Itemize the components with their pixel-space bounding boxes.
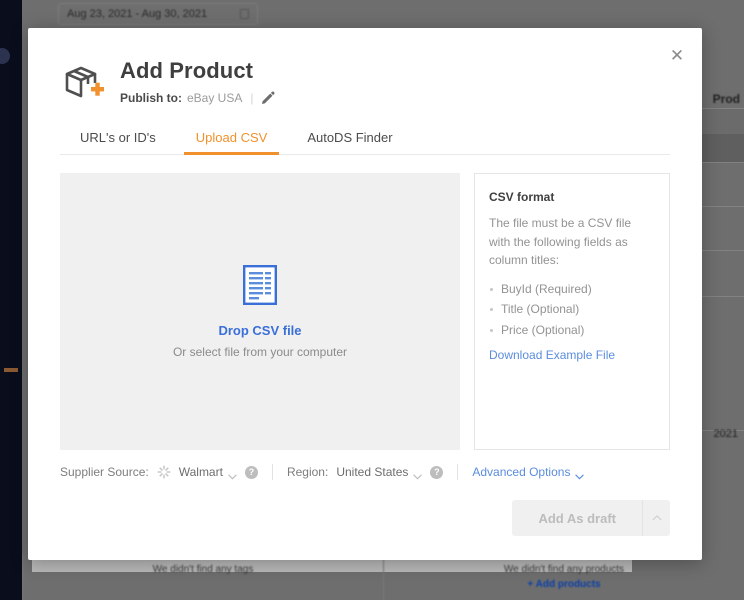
calendar-icon — [240, 9, 249, 19]
modal-header: Add Product Publish to: eBay USA | — [28, 28, 702, 106]
dropzone-title: Drop CSV file — [218, 322, 302, 338]
page-title: Add Product — [120, 58, 254, 83]
add-product-box-icon — [60, 60, 106, 106]
tab-autods-finder[interactable]: AutoDS Finder — [287, 124, 412, 154]
csv-format-panel: CSV format The file must be a CSV file w… — [474, 173, 670, 450]
list-item: BuyId (Required) — [489, 279, 655, 299]
footer-divider-1 — [271, 464, 273, 480]
supplier-source-help-icon[interactable]: ? — [244, 465, 258, 479]
csv-dropzone[interactable]: Drop CSV file Or select file from your c… — [60, 173, 460, 450]
add-product-modal: ✕ Add Product Publish to: eBay USA | URL… — [28, 28, 702, 560]
supplier-source-dropdown[interactable]: Walmart — [178, 465, 237, 480]
background-footer-cells: We didn't find any tags We didn't find a… — [22, 554, 744, 600]
modal-body: Drop CSV file Or select file from your c… — [28, 155, 702, 450]
background-date-range-picker[interactable]: Aug 23, 2021 - Aug 30, 2021 — [58, 3, 258, 25]
download-example-file-link[interactable]: Download Example File — [489, 348, 615, 362]
modal-action-bar: Add As draft — [28, 480, 702, 560]
background-date-range-text: Aug 23, 2021 - Aug 30, 2021 — [67, 8, 208, 20]
background-right-panel-title: Prod — [712, 92, 740, 106]
supplier-source-label: Supplier Source: — [60, 465, 149, 479]
dropzone-subtitle[interactable]: Or select file from your computer — [173, 345, 347, 359]
modal-tabs: URL's or ID's Upload CSV AutoDS Finder — [60, 124, 670, 155]
background-footer-cell-products: We didn't find any products + Add produc… — [383, 554, 744, 600]
publish-separator: | — [250, 91, 254, 106]
sidebar-collapse-icon[interactable] — [0, 48, 10, 64]
supplier-source-value: Walmart — [178, 465, 223, 479]
publish-to-value: eBay USA — [187, 91, 243, 106]
publish-to-label: Publish to: — [120, 91, 182, 106]
modal-footer-options: Supplier Source: Walmart ? Region: Unite… — [28, 450, 702, 480]
add-as-draft-menu-toggle[interactable] — [642, 500, 670, 536]
list-item: Title (Optional) — [489, 299, 655, 319]
background-empty-products-text: We didn't find any products — [503, 564, 625, 575]
close-icon[interactable]: ✕ — [664, 42, 690, 68]
list-item: Price (Optional) — [489, 320, 655, 340]
csv-format-heading: CSV format — [489, 190, 555, 204]
csv-format-field-list: BuyId (Required) Title (Optional) Price … — [489, 279, 655, 340]
background-add-products-link[interactable]: + Add products — [527, 579, 600, 590]
walmart-spark-icon — [157, 465, 171, 479]
region-label: Region: — [286, 465, 329, 479]
chevron-down-icon — [228, 469, 237, 480]
csv-file-icon — [243, 264, 278, 305]
tab-upload-csv[interactable]: Upload CSV — [176, 124, 288, 155]
region-help-icon[interactable]: ? — [430, 465, 444, 479]
advanced-options-label: Advanced Options — [472, 465, 571, 479]
add-as-draft-button[interactable]: Add As draft — [512, 500, 642, 536]
csv-format-description: The file must be a CSV file with the fol… — [489, 216, 632, 268]
background-sidebar — [0, 0, 22, 600]
region-dropdown[interactable]: United States — [336, 465, 423, 480]
add-as-draft-split-button: Add As draft — [512, 500, 670, 536]
footer-divider-2 — [457, 464, 459, 480]
region-value: United States — [336, 465, 409, 479]
tab-urls-or-ids[interactable]: URL's or ID's — [60, 124, 176, 154]
publish-to-row: Publish to: eBay USA | — [120, 91, 275, 105]
chevron-down-icon — [413, 469, 423, 480]
background-footer-cell-tags: We didn't find any tags — [22, 554, 383, 600]
background-empty-tags-text: We didn't find any tags — [152, 564, 254, 575]
background-year-label: 2021 — [713, 428, 738, 440]
chevron-down-icon — [575, 469, 585, 480]
advanced-options-toggle[interactable]: Advanced Options — [472, 465, 585, 480]
edit-pencil-icon[interactable] — [261, 91, 275, 105]
sidebar-active-indicator — [4, 368, 18, 372]
modal-header-text: Add Product Publish to: eBay USA | — [120, 56, 275, 105]
